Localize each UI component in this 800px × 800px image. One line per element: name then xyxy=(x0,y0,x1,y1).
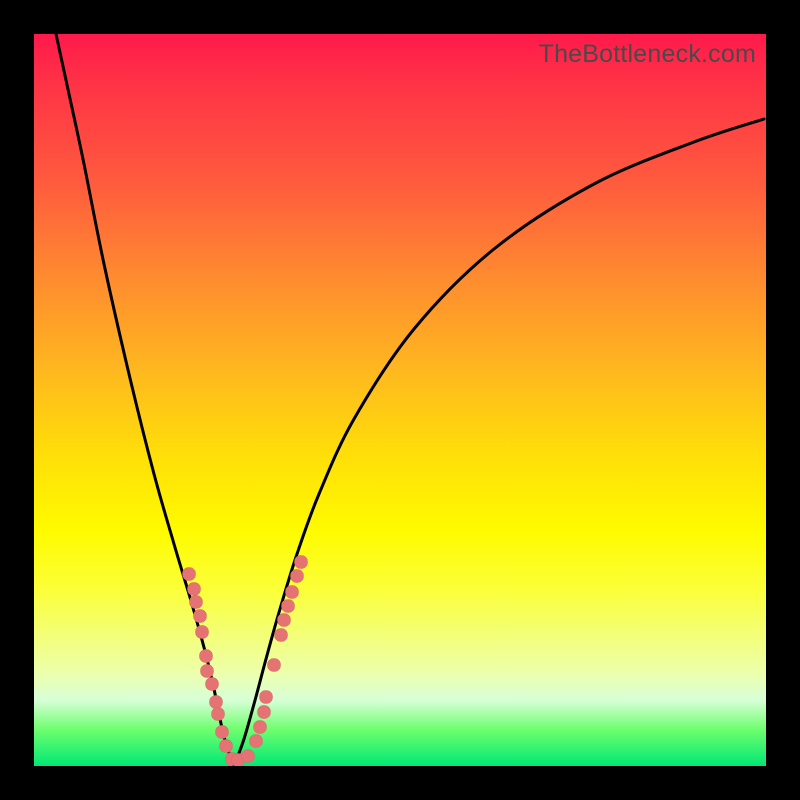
curve-right-branch xyxy=(234,119,764,766)
data-marker xyxy=(295,556,308,569)
data-marker xyxy=(250,735,263,748)
data-marker xyxy=(201,665,214,678)
data-marker xyxy=(291,570,304,583)
data-marker xyxy=(220,740,233,753)
data-marker xyxy=(258,706,271,719)
data-marker xyxy=(260,691,273,704)
data-marker xyxy=(200,650,213,663)
data-marker xyxy=(183,568,196,581)
data-marker xyxy=(196,626,209,639)
data-marker xyxy=(216,726,229,739)
data-marker xyxy=(212,708,225,721)
data-marker xyxy=(254,721,267,734)
data-marker xyxy=(268,659,281,672)
data-marker xyxy=(210,696,223,709)
watermark-text: TheBottleneck.com xyxy=(539,40,756,69)
data-marker xyxy=(188,583,201,596)
data-marker xyxy=(194,610,207,623)
data-marker xyxy=(278,614,291,627)
chart-frame: TheBottleneck.com xyxy=(0,0,800,800)
curve-svg xyxy=(34,34,766,766)
data-marker xyxy=(206,678,219,691)
data-marker xyxy=(286,586,299,599)
data-marker xyxy=(275,629,288,642)
data-marker xyxy=(242,750,255,763)
data-marker xyxy=(190,596,203,609)
plot-area: TheBottleneck.com xyxy=(34,34,766,766)
data-marker xyxy=(282,600,295,613)
